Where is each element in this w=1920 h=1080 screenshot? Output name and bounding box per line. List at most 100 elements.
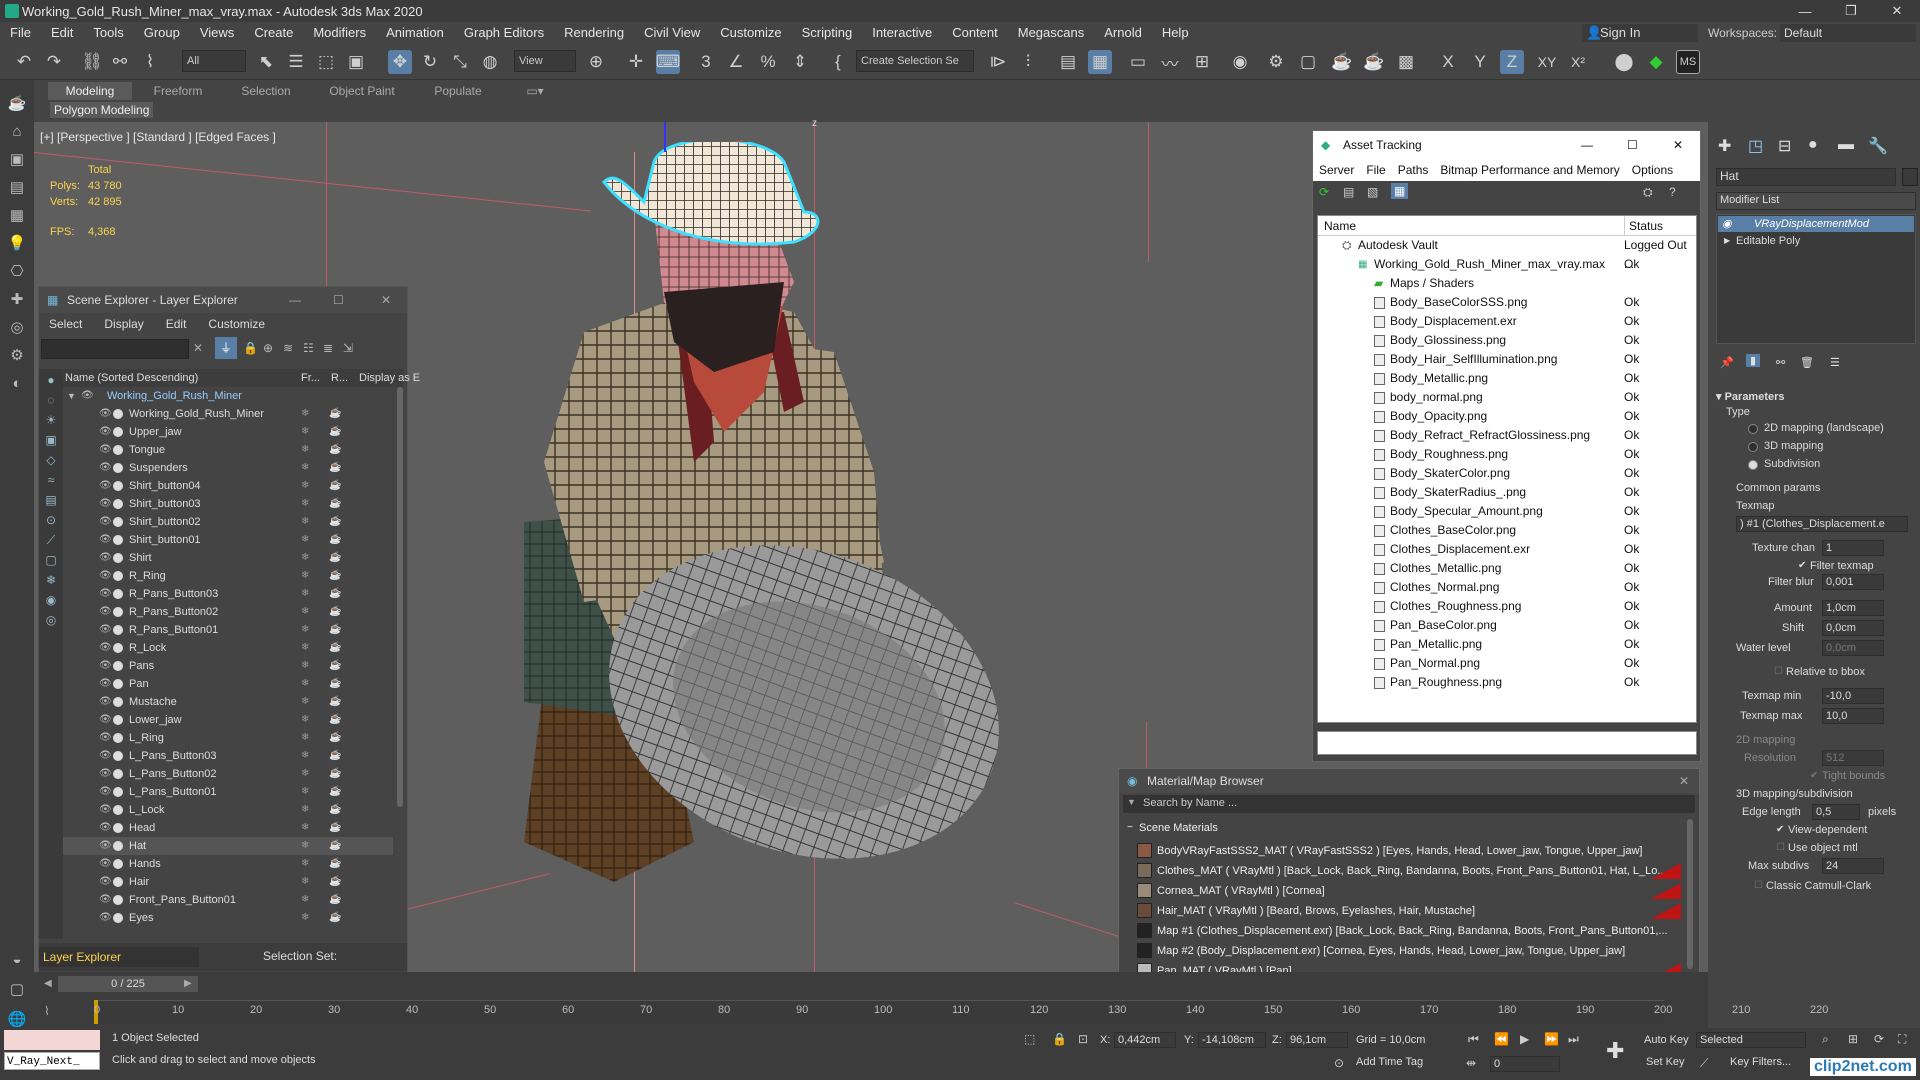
renderable-icon[interactable]: ☕ xyxy=(329,747,341,765)
vray-icon[interactable]: ◒ xyxy=(6,950,28,970)
parameters-header[interactable]: ▾ Parameters xyxy=(1716,390,1785,403)
freeze-icon[interactable]: ❄ xyxy=(301,837,309,855)
freeze-icon[interactable]: ❄ xyxy=(301,459,309,477)
zoom-all-icon[interactable]: ⊞ xyxy=(1848,1032,1858,1046)
list-icon[interactable]: ▤ xyxy=(1343,185,1354,199)
create-tab-icon[interactable]: ✚ xyxy=(1718,136,1731,156)
render-setup-icon[interactable]: ⚙ xyxy=(1264,50,1288,74)
col-asset-status[interactable]: Status xyxy=(1624,216,1663,236)
renderable-icon[interactable]: ☕ xyxy=(329,603,341,621)
freeze-icon[interactable]: ❄ xyxy=(301,819,309,837)
renderable-icon[interactable]: ☕ xyxy=(329,819,341,837)
texture-chan-spinner[interactable]: 1 xyxy=(1822,540,1884,556)
selection-filter-dropdown[interactable]: All xyxy=(182,50,246,72)
filter-lights-icon[interactable]: ☀ xyxy=(43,413,59,429)
hierarchy-icon[interactable]: ☷ xyxy=(303,341,314,355)
renderable-icon[interactable]: ☕ xyxy=(329,423,341,441)
eye-icon[interactable]: 👁 xyxy=(99,837,112,855)
angle-snap-icon[interactable]: ∠ xyxy=(724,50,748,74)
tree-item[interactable]: 👁 L_Pans_Button02 ❄ ☕ xyxy=(63,765,393,783)
ribbon-toggle-icon[interactable]: ▭ xyxy=(1126,50,1150,74)
freeze-icon[interactable]: ❄ xyxy=(301,855,309,873)
transform-gizmo-z[interactable] xyxy=(664,122,666,152)
eye-icon[interactable]: 👁 xyxy=(99,405,112,423)
eye-icon[interactable]: 👁 xyxy=(99,423,112,441)
asset-row-map[interactable]: Pan_Normal.png Ok xyxy=(1318,654,1696,673)
material-browser-titlebar[interactable]: ◉ Material/Map Browser ✕ xyxy=(1119,769,1699,793)
eye-icon[interactable]: 👁 xyxy=(99,819,112,837)
render-icon[interactable]: ▢ xyxy=(6,980,28,1000)
workspaces-dropdown[interactable]: Default xyxy=(1780,24,1916,42)
current-frame-field[interactable]: 0 xyxy=(1490,1056,1560,1072)
prev-frame-icon[interactable]: ◀ xyxy=(44,978,52,989)
create-shape-icon[interactable]: ⌂ xyxy=(6,122,28,142)
asset-row-map[interactable]: Pan_BaseColor.png Ok xyxy=(1318,616,1696,635)
expand-icon[interactable]: ▶ xyxy=(1724,233,1730,249)
renderable-icon[interactable]: ☕ xyxy=(329,801,341,819)
renderable-icon[interactable]: ☕ xyxy=(329,567,341,585)
material-item[interactable]: BodyVRayFastSSS2_MAT ( VRayFastSSS2 ) [E… xyxy=(1135,841,1681,861)
filter-geometry-icon[interactable]: ● xyxy=(43,373,59,389)
view-dependent-checkbox[interactable]: ✔ xyxy=(1776,824,1784,835)
select-rotate-icon[interactable]: ↻ xyxy=(418,50,442,74)
remove-modifier-icon[interactable]: 🗑 xyxy=(1800,356,1814,369)
tree-item[interactable]: 👁 Hands ❄ ☕ xyxy=(63,855,393,873)
create-helper-icon[interactable]: ✚ xyxy=(6,290,28,310)
tree-item[interactable]: 👁 Hair ❄ ☕ xyxy=(63,873,393,891)
radio-2d-mapping[interactable] xyxy=(1748,424,1758,434)
unlink-icon[interactable]: ⚯ xyxy=(108,50,132,74)
material-item[interactable]: Cornea_MAT ( VRayMtl ) [Cornea] xyxy=(1135,881,1681,901)
axis-y-button[interactable]: Y xyxy=(1468,50,1492,74)
eye-icon[interactable]: 👁 xyxy=(99,729,112,747)
eye-icon[interactable]: 👁 xyxy=(99,531,112,549)
tree-item[interactable]: 👁 Pans ❄ ☕ xyxy=(63,657,393,675)
eye-icon[interactable]: 👁 xyxy=(99,567,112,585)
relative-bbox-checkbox[interactable]: ☐ xyxy=(1774,666,1783,677)
render-iterative-icon[interactable]: ☕ xyxy=(1362,50,1386,74)
schematic-view-icon[interactable]: ⊞ xyxy=(1190,50,1214,74)
globe-icon[interactable]: 🌐 xyxy=(6,1010,28,1030)
radio-3d-mapping[interactable] xyxy=(1748,442,1758,452)
link-icon[interactable]: ⛓ xyxy=(80,50,104,74)
goto-start-icon[interactable]: ⏮ xyxy=(1468,1032,1479,1047)
menu-help[interactable]: Help xyxy=(1152,22,1199,44)
scene-explorer-maximize[interactable]: ☐ xyxy=(333,287,344,313)
freeze-icon[interactable]: ❄ xyxy=(301,477,309,495)
maximize-viewport-icon[interactable]: ⛶ xyxy=(1898,1032,1906,1047)
tree-item[interactable]: 👁 Mustache ❄ ☕ xyxy=(63,693,393,711)
tree-item[interactable]: 👁 Tongue ❄ ☕ xyxy=(63,441,393,459)
asset-tracking-titlebar[interactable]: ◆ Asset Tracking — ☐ ✕ xyxy=(1313,131,1700,159)
menu-edit[interactable]: Edit xyxy=(41,22,83,44)
eye-icon[interactable]: 👁 xyxy=(99,675,112,693)
eye-icon[interactable]: 👁 xyxy=(99,855,112,873)
sign-in-dropdown[interactable]: 👤 Sign In xyxy=(1582,24,1698,42)
snaps-toggle-icon[interactable]: 3 xyxy=(694,50,718,74)
tree-item[interactable]: 👁 L_Pans_Button03 ❄ ☕ xyxy=(63,747,393,765)
tree-root[interactable]: ▼ 👁 Working_Gold_Rush_Miner xyxy=(63,387,393,405)
renderable-icon[interactable]: ☕ xyxy=(329,405,341,423)
asset-row-map[interactable]: Clothes_BaseColor.png Ok xyxy=(1318,521,1696,540)
vray-light-icon[interactable]: ◐ xyxy=(6,374,28,394)
renderable-icon[interactable]: ☕ xyxy=(329,441,341,459)
freeze-icon[interactable]: ❄ xyxy=(301,513,309,531)
explorer-mode-dropdown[interactable]: Layer Explorer xyxy=(39,947,199,967)
create-camera-icon[interactable]: ⎔ xyxy=(6,262,28,282)
renderable-icon[interactable]: ☕ xyxy=(329,459,341,477)
menu-megascans[interactable]: Megascans xyxy=(1008,22,1094,44)
col-display[interactable]: Display as E xyxy=(359,369,420,387)
maxscript-input[interactable]: V_Ray_Next_ xyxy=(4,1052,100,1070)
eye-icon[interactable]: 👁 xyxy=(99,585,112,603)
create-box-icon[interactable]: ▣ xyxy=(6,150,28,170)
placement-icon[interactable]: ◍ xyxy=(478,50,502,74)
edge-length-spinner[interactable]: 0,5 xyxy=(1812,804,1860,820)
vault-icon[interactable]: ⛭ xyxy=(1643,185,1653,200)
tree-item[interactable]: 👁 Upper_jaw ❄ ☕ xyxy=(63,423,393,441)
eye-icon[interactable]: 👁 xyxy=(99,441,112,459)
asset-menu-options[interactable]: Options xyxy=(1632,163,1673,177)
time-slider[interactable]: 0 / 225 xyxy=(58,976,198,992)
refresh-icon[interactable]: ⟳ xyxy=(1319,185,1329,199)
search-dropdown-icon[interactable]: ▼ xyxy=(1127,797,1136,807)
asset-row-map[interactable]: Pan_Roughness.png Ok xyxy=(1318,673,1696,692)
explorer-menu-edit[interactable]: Edit xyxy=(166,317,187,331)
selection-lock-icon[interactable]: 🔒 xyxy=(1052,1032,1067,1046)
